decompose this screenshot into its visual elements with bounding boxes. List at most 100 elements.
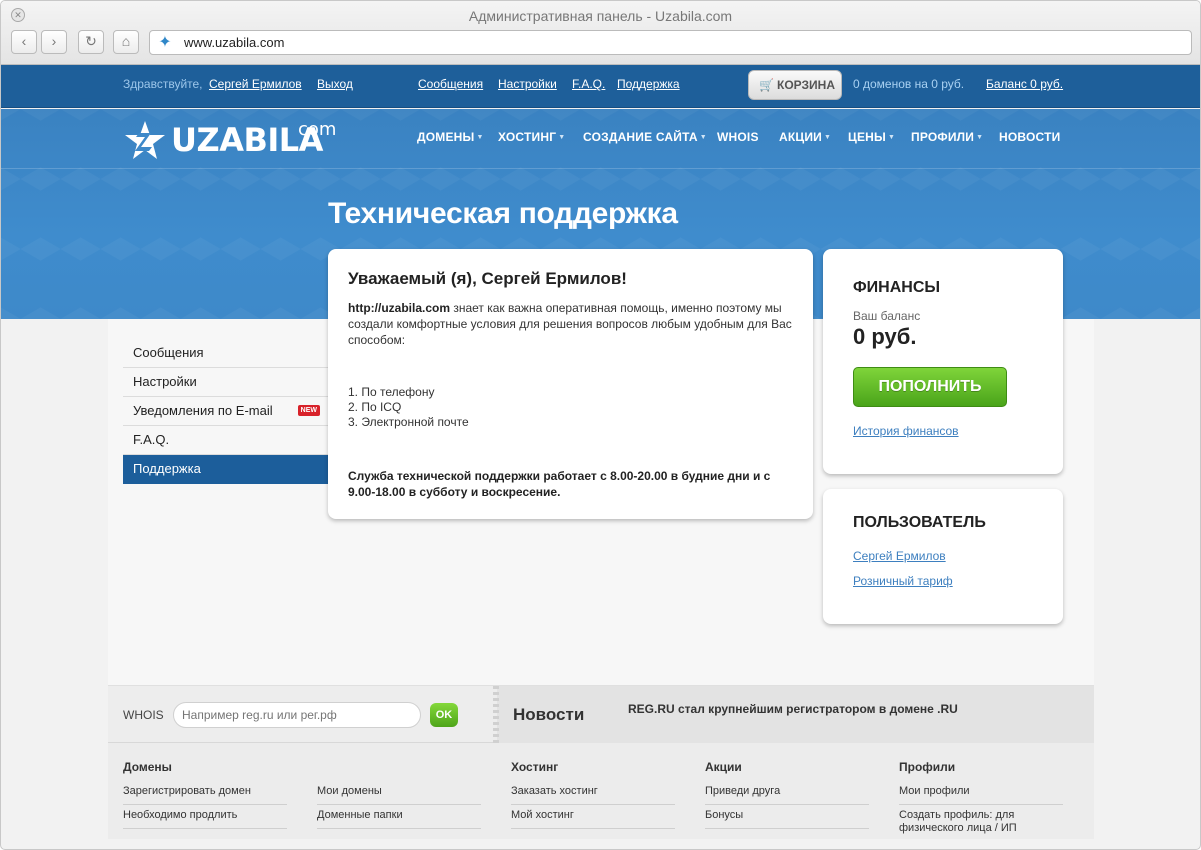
whois-label: WHOIS [123,708,164,722]
footer-link[interactable]: Мой хостинг [511,809,675,829]
support-contact-list: 1. По телефону 2. По ICQ 3. Электронной … [348,385,469,430]
footer-sitemap: Домены Зарегистрировать домен Необходимо… [108,743,1094,839]
list-item: 3. Электронной почте [348,415,469,429]
logo-suffix: com [298,119,337,140]
sidebar-item-messages[interactable]: Сообщения [123,339,328,368]
top-messages-link[interactable]: Сообщения [418,77,483,91]
nav-news[interactable]: НОВОСТИ [999,130,1060,144]
user-card: ПОЛЬЗОВАТЕЛЬ Сергей Ермилов Розничный та… [823,489,1063,624]
nav-profiles-label: ПРОФИЛИ [911,130,975,144]
cart-icon: 🛒 [759,78,774,92]
greeting-text: Здравствуйте, [123,77,203,91]
cart-domains-count: 0 доменов на 0 руб. [853,77,965,91]
footer-hosting-title: Хостинг [511,760,559,774]
top-settings-link[interactable]: Настройки [498,77,557,91]
footer-profiles-title: Профили [899,760,956,774]
news-panel: Новости REG.RU стал крупнейшим регистрат… [497,686,1094,743]
footer-link[interactable]: Приведи друга [705,785,869,805]
nav-promotions[interactable]: АКЦИИ ▼ [779,130,831,144]
chevron-down-icon: ▼ [824,134,832,141]
address-bar[interactable]: ✦ www.uzabila.com [149,30,1192,55]
nav-hosting[interactable]: ХОСТИНГ ▼ [498,130,565,144]
chevron-down-icon: ▼ [699,134,707,141]
nav-promotions-label: АКЦИИ [779,130,823,144]
nav-site-creation-label: СОЗДАНИЕ САЙТА [583,130,698,144]
footer-link[interactable]: Мои домены [317,785,481,805]
list-item: 1. По телефону [348,385,435,399]
nav-prices-label: ЦЕНЫ [848,130,886,144]
chevron-down-icon: ▼ [976,134,984,141]
home-icon[interactable]: ⌂ [113,30,139,54]
support-card-title: Уважаемый (я), Сергей Ермилов! [348,269,627,288]
nav-prices[interactable]: ЦЕНЫ ▼ [848,130,895,144]
top-support-link[interactable]: Поддержка [617,77,680,91]
whois-ok-button[interactable]: OK [430,703,458,727]
support-site-name: http://uzabila.com [348,301,450,315]
balance-value: 0 руб. [853,324,917,349]
sidebar-item-label: F.A.Q. [133,432,170,447]
finance-title: ФИНАНСЫ [853,279,941,296]
nav-whois[interactable]: WHOIS [717,130,759,144]
sidebar-item-faq[interactable]: F.A.Q. [123,426,328,455]
footer-link[interactable]: Мои профили [899,785,1063,805]
nav-domains[interactable]: ДОМЕНЫ ▼ [417,130,484,144]
cart-label: КОРЗИНА [777,78,835,92]
sidebar-item-label: Поддержка [133,461,201,476]
news-title: Новости [513,705,585,724]
footer-link[interactable]: Зарегистрировать домен [123,785,287,805]
sidebar-item-email-notifications[interactable]: Уведомления по E-mail NEW [123,397,328,426]
footer-link[interactable]: Заказать хостинг [511,785,675,805]
nav-site-creation[interactable]: СОЗДАНИЕ САЙТА ▼ [583,130,707,144]
list-item: 2. По ICQ [348,400,402,414]
balance-link[interactable]: Баланс 0 руб. [986,77,1063,91]
news-headline-link[interactable]: REG.RU стал крупнейшим регистратором в д… [628,702,958,716]
footer-link[interactable]: Доменные папки [317,809,481,829]
window-title: Административная панель - Uzabila.com [468,8,733,24]
top-faq-link[interactable]: F.A.Q. [572,77,605,91]
footer-link[interactable]: Бонусы [705,809,869,829]
chevron-down-icon: ▼ [887,134,896,141]
site-logo[interactable]: UZABILA com [123,119,353,163]
whois-news-bar: WHOIS OK Новости REG.RU стал крупнейшим … [108,685,1094,744]
nav-hosting-label: ХОСТИНГ [498,130,557,144]
new-badge: NEW [297,405,320,416]
reload-icon[interactable]: ↻ [78,30,104,54]
finance-history-link[interactable]: История финансов [853,424,959,438]
nav-whois-label: WHOIS [717,130,759,144]
user-profile-link[interactable]: Сергей Ермилов [853,549,946,563]
footer-link[interactable]: Создать профиль: для физического лица / … [899,809,1063,841]
sidebar-item-label: Настройки [133,374,197,389]
whois-search-input[interactable] [173,702,421,728]
cart-button[interactable]: 🛒 КОРЗИНА [748,70,842,100]
site-favicon-icon: ✦ [158,34,172,51]
nav-news-label: НОВОСТИ [999,130,1061,144]
top-user-bar: Здравствуйте, Сергей Ермилов Выход Сообщ… [1,65,1200,108]
footer-promos-title: Акции [705,760,742,774]
topup-button[interactable]: ПОПОЛНИТЬ [853,367,1007,407]
chevron-down-icon: ▼ [558,134,566,141]
left-sidebar-nav: Сообщения Настройки Уведомления по E-mai… [123,339,328,484]
address-url[interactable]: www.uzabila.com [184,35,284,50]
footer-link[interactable]: Необходимо продлить [123,809,287,829]
support-info-card: Уважаемый (я), Сергей Ермилов! http://uz… [328,249,813,519]
sidebar-item-label: Уведомления по E-mail [133,403,273,418]
user-tariff-link[interactable]: Розничный тариф [853,574,953,588]
nav-domains-label: ДОМЕНЫ [417,130,475,144]
balance-label: Ваш баланс [853,309,921,323]
sidebar-item-support[interactable]: Поддержка [123,455,328,484]
finance-card: ФИНАНСЫ Ваш баланс 0 руб. ПОПОЛНИТЬ Исто… [823,249,1063,474]
sidebar-item-settings[interactable]: Настройки [123,368,328,397]
user-name-link[interactable]: Сергей Ермилов [209,77,302,91]
back-icon[interactable]: ‹ [11,30,37,54]
chevron-down-icon: ▼ [476,134,484,141]
divider [493,686,499,744]
sidebar-item-label: Сообщения [133,345,204,360]
forward-icon[interactable]: › [41,30,67,54]
support-card-intro: http://uzabila.com знает как важна опера… [348,300,798,348]
support-hours: Служба технической поддержки работает с … [348,469,771,499]
nav-profiles[interactable]: ПРОФИЛИ ▼ [911,130,983,144]
browser-window: ✕ Административная панель - Uzabila.com … [0,0,1201,850]
logout-link[interactable]: Выход [317,77,353,91]
page-title: Техническая поддержка [328,197,678,230]
browser-chrome: ✕ Административная панель - Uzabila.com … [1,1,1200,65]
